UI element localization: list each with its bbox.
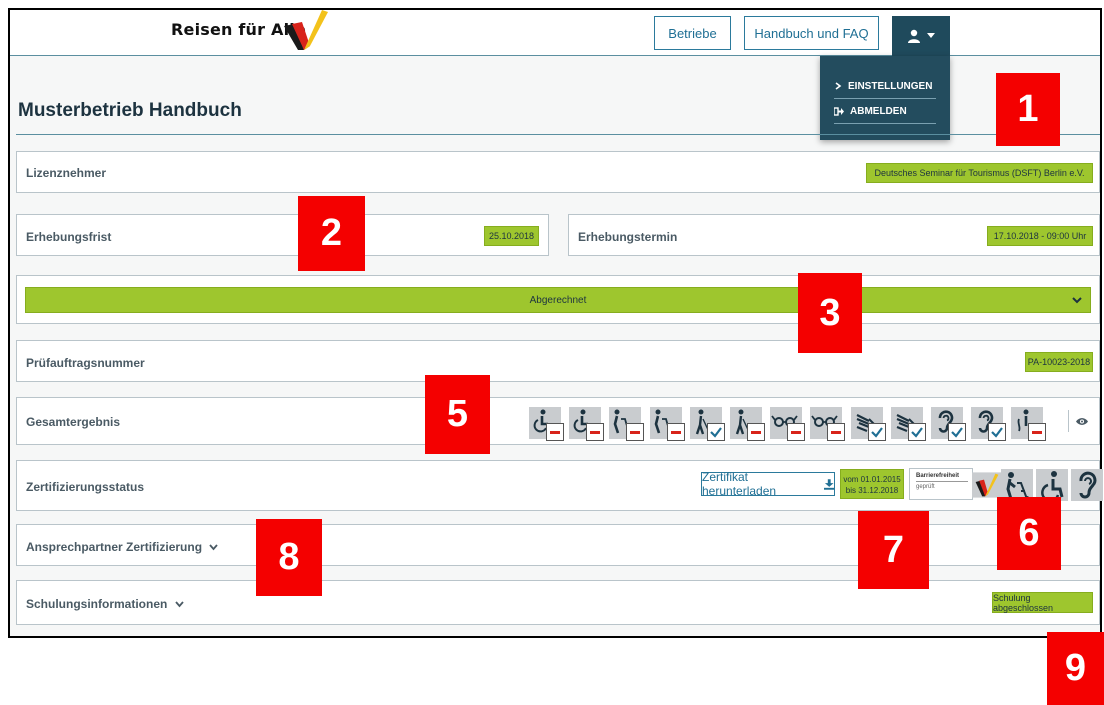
status-label: Abgerechnet <box>529 294 587 306</box>
wheelchair-result-tile[interactable] <box>569 407 604 441</box>
erhebungsfrist-label: Erhebungsfrist <box>26 230 112 244</box>
user-dropdown-menu: EINSTELLUNGEN ABMELDEN <box>820 56 950 140</box>
pruefauftrag-panel: Prüfauftragsnummer PA-10023-2018 <box>16 340 1100 382</box>
chevron-down-icon <box>175 601 184 608</box>
annotation-marker-3: 3 <box>798 273 862 353</box>
user-menu-button[interactable] <box>892 16 950 56</box>
check-icon <box>908 423 926 441</box>
annotation-marker-9: 9 <box>1047 632 1104 705</box>
menu-divider <box>834 123 936 124</box>
check-icon <box>948 423 966 441</box>
minus-icon <box>747 423 765 441</box>
certificate-validity-badge: vom 01.01.2015 bis 31.12.2018 <box>840 469 904 499</box>
gesamtergebnis-panel: Gesamtergebnis <box>16 397 1100 445</box>
seal-line-1: Barrierefreiheit <box>916 473 960 479</box>
sign-language-result-tile[interactable] <box>891 407 926 441</box>
menu-item-label: EINSTELLUNGEN <box>848 80 933 92</box>
glasses-result-tile[interactable] <box>770 407 805 441</box>
erhebungstermin-badge: 17.10.2018 - 09:00 Uhr <box>987 226 1093 246</box>
download-icon <box>823 478 834 490</box>
chevron-down-icon <box>209 544 219 551</box>
menu-item-abmelden[interactable]: ABMELDEN <box>820 99 950 123</box>
chevron-down-icon <box>1072 297 1082 304</box>
walker-result-tile[interactable] <box>650 407 685 441</box>
accessibility-seal: Barrierefreiheit geprüft <box>909 468 973 500</box>
pruefauftrag-badge: PA-10023-2018 <box>1025 352 1093 372</box>
status-dropdown[interactable]: Abgerechnet <box>25 287 1091 313</box>
title-divider <box>16 134 1100 135</box>
annotation-marker-5: 5 <box>425 375 490 454</box>
nav-handbuch-button[interactable]: Handbuch und FAQ <box>744 16 879 50</box>
minus-icon <box>626 423 644 441</box>
annotation-marker-7: 7 <box>858 511 929 589</box>
lizenznehmer-panel: Lizenznehmer Deutsches Seminar für Touri… <box>16 151 1100 193</box>
sign-language-result-tile[interactable] <box>851 407 886 441</box>
glasses-result-tile[interactable] <box>810 407 845 441</box>
menu-item-einstellungen[interactable]: EINSTELLUNGEN <box>820 74 950 98</box>
hearing-result-tile[interactable] <box>931 407 966 441</box>
check-icon <box>868 423 886 441</box>
erhebungstermin-label: Erhebungstermin <box>578 230 678 244</box>
cognitive-result-tile[interactable] <box>1011 407 1046 441</box>
user-icon <box>908 29 920 43</box>
schulung-badge: Schulung abgeschlossen <box>992 592 1093 613</box>
ansprechpartner-label: Ansprechpartner Zertifizierung <box>26 540 219 554</box>
schulung-label: Schulungsinformationen <box>26 597 184 611</box>
nav-betriebe-button[interactable]: Betriebe <box>654 16 731 50</box>
minus-icon <box>1028 423 1046 441</box>
walker-result-tile[interactable] <box>609 407 644 441</box>
lizenznehmer-label: Lizenznehmer <box>26 166 107 180</box>
chevron-right-icon <box>835 82 842 90</box>
minus-icon <box>827 423 845 441</box>
zertifizierung-label: Zertifizierungsstatus <box>26 480 145 494</box>
seal-rule <box>916 481 968 482</box>
ansprechpartner-panel[interactable]: Ansprechpartner Zertifizierung <box>16 524 1100 566</box>
divider <box>1068 410 1069 432</box>
cane-result-tile[interactable] <box>730 407 765 441</box>
minus-icon <box>667 423 685 441</box>
validity-to: bis 31.12.2018 <box>845 486 899 495</box>
page-title: Musterbetrieb Handbuch <box>18 100 242 121</box>
gesamtergebnis-label: Gesamtergebnis <box>26 415 121 429</box>
menu-item-label: ABMELDEN <box>850 105 907 117</box>
minus-icon <box>586 423 604 441</box>
hearing-result-tile[interactable] <box>971 407 1006 441</box>
sign-out-icon <box>834 106 844 116</box>
minus-icon <box>546 423 564 441</box>
zertifizierung-panel: Zertifizierungsstatus Zertifikat herunte… <box>16 460 1103 511</box>
status-panel: Abgerechnet <box>16 275 1100 324</box>
ansprechpartner-label-text: Ansprechpartner Zertifizierung <box>26 540 203 554</box>
schulung-panel[interactable]: Schulungsinformationen Schulung abgeschl… <box>16 580 1100 625</box>
erhebungstermin-panel: Erhebungstermin 17.10.2018 - 09:00 Uhr <box>568 214 1100 256</box>
hearing-cert-icon <box>1071 469 1103 501</box>
eye-icon[interactable] <box>1076 417 1088 426</box>
annotation-marker-8: 8 <box>256 519 322 596</box>
minus-icon <box>787 423 805 441</box>
seal-line-2: geprüft <box>916 484 935 490</box>
erhebungsfrist-panel: Erhebungsfrist 25.10.2018 <box>16 214 549 256</box>
check-icon <box>707 423 725 441</box>
erhebungsfrist-badge: 25.10.2018 <box>484 226 539 246</box>
annotation-marker-1: 1 <box>996 73 1060 146</box>
brand-logo-icon <box>284 10 328 50</box>
check-icon <box>988 423 1006 441</box>
pruefauftrag-label: Prüfauftragsnummer <box>26 356 145 370</box>
lizenznehmer-badge: Deutsches Seminar für Tourismus (DSFT) B… <box>866 163 1093 183</box>
download-certificate-label: Zertifikat herunterladen <box>702 470 777 498</box>
validity-from: vom 01.01.2015 <box>843 475 901 484</box>
download-certificate-button[interactable]: Zertifikat herunterladen <box>701 470 835 498</box>
schulung-label-text: Schulungsinformationen <box>26 597 168 611</box>
wheelchair-result-tile[interactable] <box>529 407 564 441</box>
annotation-marker-6: 6 <box>997 497 1061 570</box>
annotation-marker-2: 2 <box>298 196 365 271</box>
caret-down-icon <box>927 33 935 38</box>
cane-result-tile[interactable] <box>690 407 725 441</box>
